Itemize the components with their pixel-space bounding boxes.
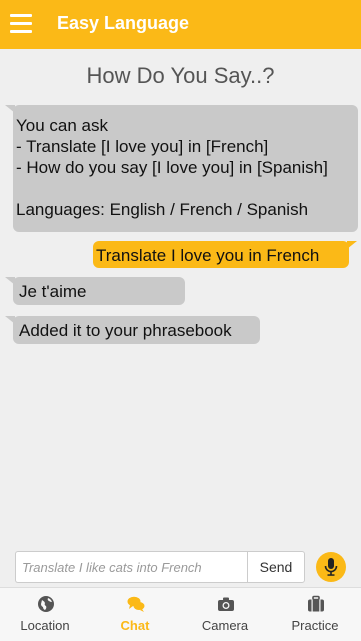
chat-input[interactable] — [15, 551, 247, 583]
bot-message-confirmation: Added it to your phrasebook — [5, 316, 260, 344]
nav-item-camera[interactable]: Camera — [180, 588, 270, 641]
message-text: You can ask - Translate [I love you] in … — [16, 116, 328, 219]
top-app-bar: Easy Language — [0, 0, 361, 49]
user-message: Translate I love you in French — [93, 241, 357, 268]
app-title: Easy Language — [57, 13, 190, 33]
nav-label: Location — [20, 618, 70, 633]
bottom-navigation: Location Chat Camera Practice — [0, 587, 361, 641]
nav-item-chat[interactable]: Chat — [90, 588, 180, 641]
page-title: How Do You Say..? — [86, 63, 275, 88]
nav-label: Chat — [120, 618, 150, 633]
suitcase-icon — [308, 595, 324, 612]
bot-message-instructions: You can ask - Translate [I love you] in … — [5, 105, 358, 232]
app-root: Easy Language How Do You Say..? You can … — [0, 0, 361, 641]
nav-label: Practice — [291, 618, 339, 633]
message-text: Added it to your phrasebook — [19, 321, 232, 340]
bot-message-translation: Je t'aime — [5, 277, 185, 305]
nav-item-practice[interactable]: Practice — [270, 588, 360, 641]
message-text: Translate I love you in French — [96, 246, 320, 265]
nav-label: Camera — [201, 618, 249, 633]
send-button[interactable]: Send — [247, 551, 305, 583]
camera-icon — [218, 597, 234, 611]
hamburger-icon[interactable] — [10, 14, 32, 34]
microphone-icon[interactable] — [316, 552, 346, 582]
nav-item-location[interactable]: Location — [0, 588, 90, 641]
globe-icon — [38, 596, 54, 612]
message-text: Je t'aime — [19, 282, 87, 301]
chat-bubbles-icon — [127, 596, 145, 612]
